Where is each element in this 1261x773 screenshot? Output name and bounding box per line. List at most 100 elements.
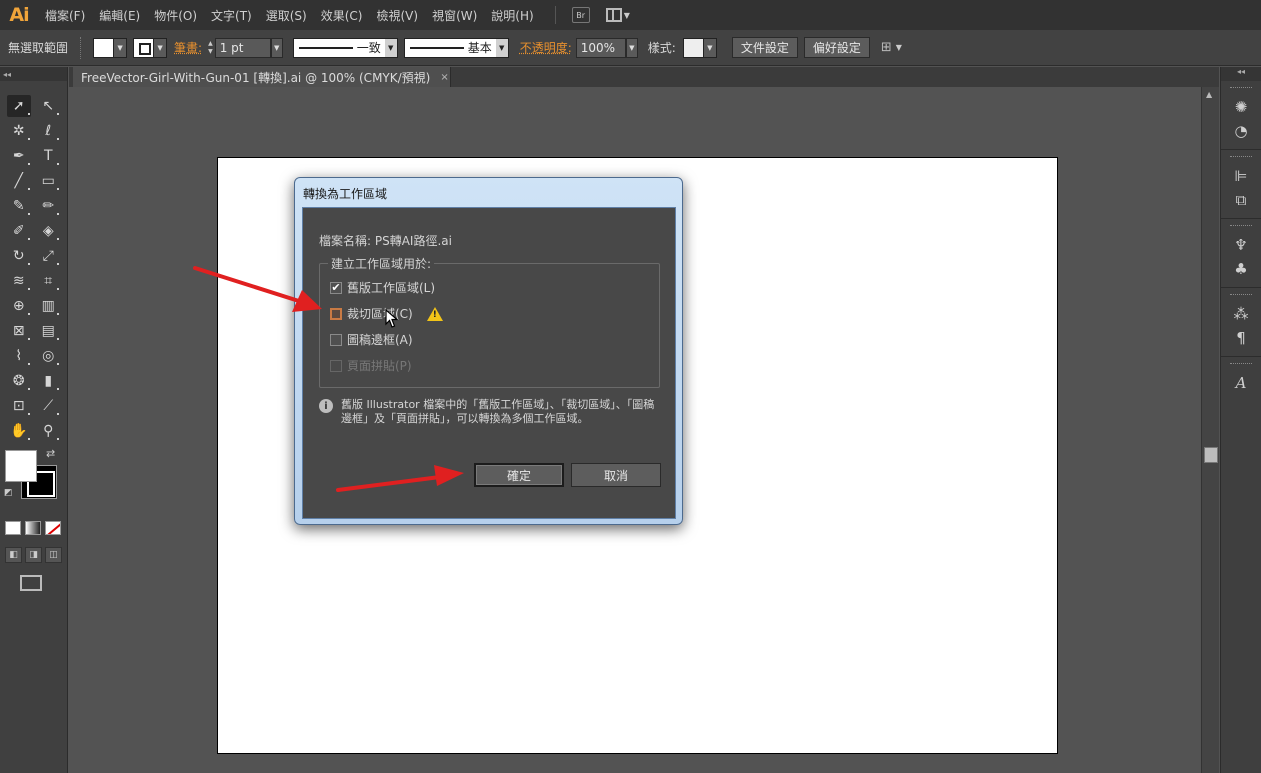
rotate-tool-icon[interactable]: ↻ — [7, 245, 31, 267]
fill-swatch — [94, 38, 115, 57]
preferences-button[interactable]: 偏好設定 — [803, 37, 870, 58]
close-icon[interactable]: × — [440, 72, 448, 83]
eraser-tool-icon[interactable]: ◈ — [36, 220, 60, 242]
eyedropper-tool-icon[interactable]: ⌇ — [7, 345, 31, 367]
line-segment-tool-icon[interactable]: ╱ — [7, 170, 31, 192]
cancel-button[interactable]: 取消 — [571, 463, 661, 487]
stroke-label[interactable]: 筆畫: — [174, 39, 202, 56]
opacity-dropdown[interactable]: ▼ — [625, 37, 638, 58]
type-tool-icon[interactable]: T — [36, 145, 60, 167]
zoom-tool-icon[interactable]: ⚲ — [36, 420, 60, 442]
pathfinder-panel-icon[interactable]: ⧉ — [1221, 188, 1261, 212]
scrollbar-thumb[interactable] — [1204, 447, 1218, 463]
column-graph-tool-icon[interactable]: ▮ — [36, 370, 60, 392]
pen-tool-icon[interactable]: ✒ — [7, 145, 31, 167]
menu-file[interactable]: 檔案(F) — [38, 7, 92, 24]
stroke-weight-field[interactable]: 1 pt — [214, 37, 271, 58]
fill-color-box[interactable] — [5, 450, 37, 482]
none-mode-icon[interactable] — [45, 521, 61, 535]
scale-tool-icon[interactable]: ⤢ — [36, 245, 60, 267]
perspective-grid-tool-icon[interactable]: ▥ — [36, 295, 60, 317]
color-panel-icon[interactable]: ✺ — [1221, 95, 1261, 119]
stroke-weight-stepper[interactable]: ▲ ▼ — [208, 40, 213, 56]
default-fill-stroke-icon[interactable]: ◩ — [4, 488, 13, 498]
screen-mode-icon[interactable] — [20, 575, 42, 591]
document-tab[interactable]: FreeVector-Girl-With-Gun-01 [轉換].ai @ 10… — [73, 67, 451, 87]
symbol-sprayer-tool-icon[interactable]: ❂ — [7, 370, 31, 392]
paintbrush-tool-icon[interactable]: ✎ — [7, 195, 31, 217]
menu-edit[interactable]: 編輯(E) — [92, 7, 147, 24]
rectangle-tool-icon[interactable]: ▭ — [36, 170, 60, 192]
menu-window[interactable]: 視窗(W) — [425, 7, 484, 24]
draw-behind-icon[interactable]: ◨ — [25, 547, 42, 563]
bridge-button[interactable]: Br — [571, 7, 590, 23]
stroke-color-picker[interactable]: ▼ — [133, 37, 168, 58]
checkbox-artwork-bounds[interactable] — [330, 333, 342, 346]
lasso-tool-icon[interactable]: ℓ — [36, 120, 60, 142]
color-guide-panel-icon[interactable]: ◔ — [1221, 119, 1261, 143]
width-tool-icon[interactable]: ≋ — [7, 270, 31, 292]
menu-type[interactable]: 文字(T) — [204, 7, 259, 24]
hand-tool-icon[interactable]: ✋ — [7, 420, 31, 442]
swap-fill-stroke-icon[interactable]: ⇄ — [46, 447, 55, 460]
artboard-tool-icon[interactable]: ⊡ — [7, 395, 31, 417]
align-panel-icon[interactable]: ⊫ — [1221, 164, 1261, 188]
panel-collapse-icon[interactable]: ◂◂ — [0, 67, 67, 81]
shape-builder-tool-icon[interactable]: ⊕ — [7, 295, 31, 317]
fill-color-picker[interactable]: ▼ — [93, 37, 128, 58]
option-page-tiling: 頁面拼貼(P) — [330, 357, 412, 374]
character-styles-panel-icon[interactable]: ⁂ — [1221, 302, 1261, 326]
control-bar-menu-icon[interactable]: ▼ — [896, 43, 902, 52]
stroke-weight-dropdown[interactable]: ▼ — [270, 37, 283, 58]
variable-width-profile[interactable]: 一致 ▼ — [292, 37, 398, 58]
blob-brush-tool-icon[interactable]: ✐ — [7, 220, 31, 242]
free-transform-tool-icon[interactable]: ⌗ — [36, 270, 60, 292]
option-legacy-artboard[interactable]: ✔ 舊版工作區域(L) — [330, 279, 435, 296]
pencil-tool-icon[interactable]: ✏ — [36, 195, 60, 217]
checkbox-legacy-artboard[interactable]: ✔ — [330, 281, 342, 294]
align-panel-icon[interactable]: ⊞ — [881, 40, 892, 55]
option-label: 裁切區域(C) — [347, 307, 413, 321]
menu-view[interactable]: 檢視(V) — [369, 7, 425, 24]
document-setup-button[interactable]: 文件設定 — [731, 37, 798, 58]
blend-tool-icon[interactable]: ◎ — [36, 345, 60, 367]
draw-inside-icon[interactable]: ◫ — [45, 547, 62, 563]
menu-object[interactable]: 物件(O) — [147, 7, 204, 24]
brushes-panel-icon[interactable]: ♆ — [1221, 233, 1261, 257]
panel-grip — [1230, 363, 1252, 367]
menu-effect[interactable]: 效果(C) — [314, 7, 370, 24]
control-bar: 無選取範圍 ▼ ▼ 筆畫: ▲ ▼ 1 pt ▼ 一致 ▼ 基本 ▼ 不透明度: … — [0, 30, 1261, 66]
scroll-up-icon[interactable]: ▲ — [1206, 90, 1212, 99]
graphic-style-picker[interactable]: ▼ — [682, 37, 717, 58]
symbols-panel-icon[interactable]: ♣ — [1221, 257, 1261, 281]
arrange-documents-button[interactable]: ▼ — [605, 8, 630, 22]
selection-tool-icon[interactable]: ➚ — [6, 94, 31, 117]
gradient-tool-icon[interactable]: ▤ — [36, 320, 60, 342]
chevron-down-icon: ▼ — [154, 38, 167, 57]
ok-button[interactable]: 確定 — [474, 463, 564, 487]
direct-selection-tool-icon[interactable]: ↖ — [36, 95, 60, 117]
glyphs-panel-icon[interactable]: A — [1221, 371, 1261, 395]
chevron-down-icon: ▼ — [623, 10, 630, 20]
option-label: 舊版工作區域(L) — [347, 281, 436, 295]
draw-normal-icon[interactable]: ◧ — [5, 547, 22, 563]
style-label: 樣式: — [647, 41, 676, 55]
mesh-tool-icon[interactable]: ⊠ — [7, 320, 31, 342]
document-tab-bar: FreeVector-Girl-With-Gun-01 [轉換].ai @ 10… — [69, 67, 1219, 87]
magic-wand-tool-icon[interactable]: ✲ — [7, 120, 31, 142]
vertical-scrollbar[interactable]: ▲ — [1201, 87, 1219, 773]
mouse-cursor-icon — [385, 309, 399, 328]
slice-tool-icon[interactable]: ⟋ — [36, 395, 60, 417]
checkbox-crop-area[interactable] — [330, 307, 342, 320]
menu-help[interactable]: 說明(H) — [484, 7, 540, 24]
arrange-documents-icon — [605, 8, 622, 22]
color-mode-icon[interactable] — [5, 521, 21, 535]
option-artwork-bounds[interactable]: 圖稿邊框(A) — [330, 331, 413, 348]
paragraph-styles-panel-icon[interactable]: ¶ — [1221, 326, 1261, 350]
opacity-field[interactable]: 100% — [575, 37, 626, 58]
brush-definition[interactable]: 基本 ▼ — [403, 37, 509, 58]
opacity-label[interactable]: 不透明度: — [520, 39, 572, 56]
gradient-mode-icon[interactable] — [25, 521, 41, 535]
menu-select[interactable]: 選取(S) — [259, 7, 314, 24]
dock-expand-icon[interactable]: ◂◂ — [1221, 67, 1261, 81]
